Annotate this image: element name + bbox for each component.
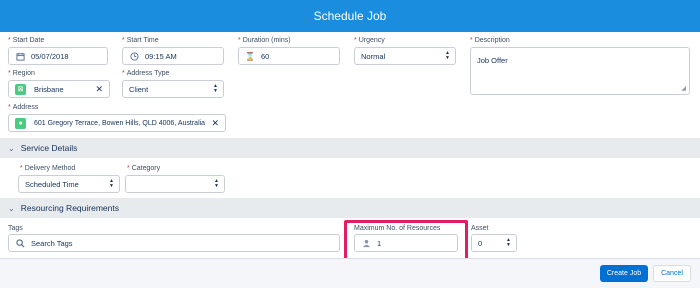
chevron-down-icon: ⌄	[8, 143, 15, 153]
address-type-select[interactable]: Client ▲ ▼	[122, 80, 224, 98]
tags-label: Tags	[8, 225, 23, 232]
urgency-value: Normal	[361, 51, 386, 61]
select-caret-icon: ▲ ▼	[109, 178, 114, 189]
modal-title: Schedule Job	[313, 9, 387, 23]
select-caret-icon: ▲ ▼	[506, 237, 511, 248]
service-details-title: Service Details	[20, 143, 78, 153]
search-icon	[15, 238, 25, 248]
close-icon[interactable]: ✕	[211, 118, 219, 129]
region-label: * Region	[8, 70, 35, 77]
address-type-label: * Address Type	[122, 70, 170, 77]
modal-header: Schedule Job	[0, 0, 700, 32]
description-textarea[interactable]: Job Offer ◢	[470, 47, 690, 95]
start-date-value: 05/07/2018	[31, 51, 69, 61]
select-caret-icon: ▲ ▼	[214, 178, 219, 189]
asset-label: Asset	[471, 225, 489, 232]
asset-value: 0	[478, 238, 483, 248]
chevron-down-icon: ⌄	[8, 203, 15, 213]
region-value: Brisbane	[34, 84, 64, 94]
clock-icon	[129, 51, 139, 61]
hourglass-icon: ⌛	[245, 51, 255, 61]
start-time-value: 09:15 AM	[145, 51, 177, 61]
start-time-input[interactable]: 09:15 AM	[122, 47, 224, 65]
start-date-label: * Start Date	[8, 37, 45, 44]
description-value: Job Offer	[477, 56, 508, 65]
delivery-method-label: * Delivery Method	[20, 165, 76, 172]
delivery-method-select[interactable]: Scheduled Time ▲ ▼	[18, 175, 120, 193]
start-time-label: * Start Time	[122, 37, 159, 44]
duration-label: * Duration (mins)	[238, 37, 291, 44]
close-icon[interactable]: ✕	[95, 84, 103, 95]
category-select[interactable]: ▲ ▼	[125, 175, 225, 193]
resize-grip-icon[interactable]: ◢	[681, 85, 686, 92]
modal-footer: Create Job Cancel	[0, 258, 700, 288]
region-lookup[interactable]: ⊠ Brisbane ✕	[8, 80, 110, 98]
address-lookup[interactable]: ● 601 Gregory Terrace, Bowen Hills, QLD …	[8, 114, 226, 132]
create-job-label: Create Job	[606, 270, 642, 277]
urgency-select[interactable]: Normal ▲ ▼	[354, 47, 456, 65]
delivery-method-value: Scheduled Time	[25, 179, 79, 189]
tags-search-input[interactable]: Search Tags	[8, 234, 340, 252]
category-label: * Category	[127, 165, 161, 172]
highlight-box	[344, 220, 468, 262]
duration-input[interactable]: ⌛ 60	[238, 47, 340, 65]
start-date-input[interactable]: 05/07/2018	[8, 47, 108, 65]
duration-value: 60	[261, 51, 270, 61]
address-label: * Address	[8, 104, 39, 111]
location-pin-icon: ●	[15, 117, 26, 129]
urgency-label: * Urgency	[354, 37, 385, 44]
address-value: 601 Gregory Terrace, Bowen Hills, QLD 40…	[34, 119, 206, 127]
create-job-button[interactable]: Create Job	[600, 265, 648, 282]
asset-select[interactable]: 0 ▲ ▼	[471, 234, 517, 252]
description-label: * Description	[470, 37, 510, 44]
cancel-label: Cancel	[661, 270, 683, 277]
select-caret-icon: ▲ ▼	[445, 50, 450, 61]
region-map-icon: ⊠	[15, 83, 26, 95]
cancel-button[interactable]: Cancel	[653, 265, 691, 282]
resourcing-title: Resourcing Requirements	[20, 203, 119, 213]
select-caret-icon: ▲ ▼	[213, 83, 218, 94]
resourcing-section-header[interactable]: ⌄ Resourcing Requirements	[0, 198, 700, 218]
service-details-section-header[interactable]: ⌄ Service Details	[0, 138, 700, 158]
tags-placeholder: Search Tags	[31, 238, 73, 248]
address-type-value: Client	[129, 84, 149, 94]
calendar-icon	[15, 51, 25, 61]
